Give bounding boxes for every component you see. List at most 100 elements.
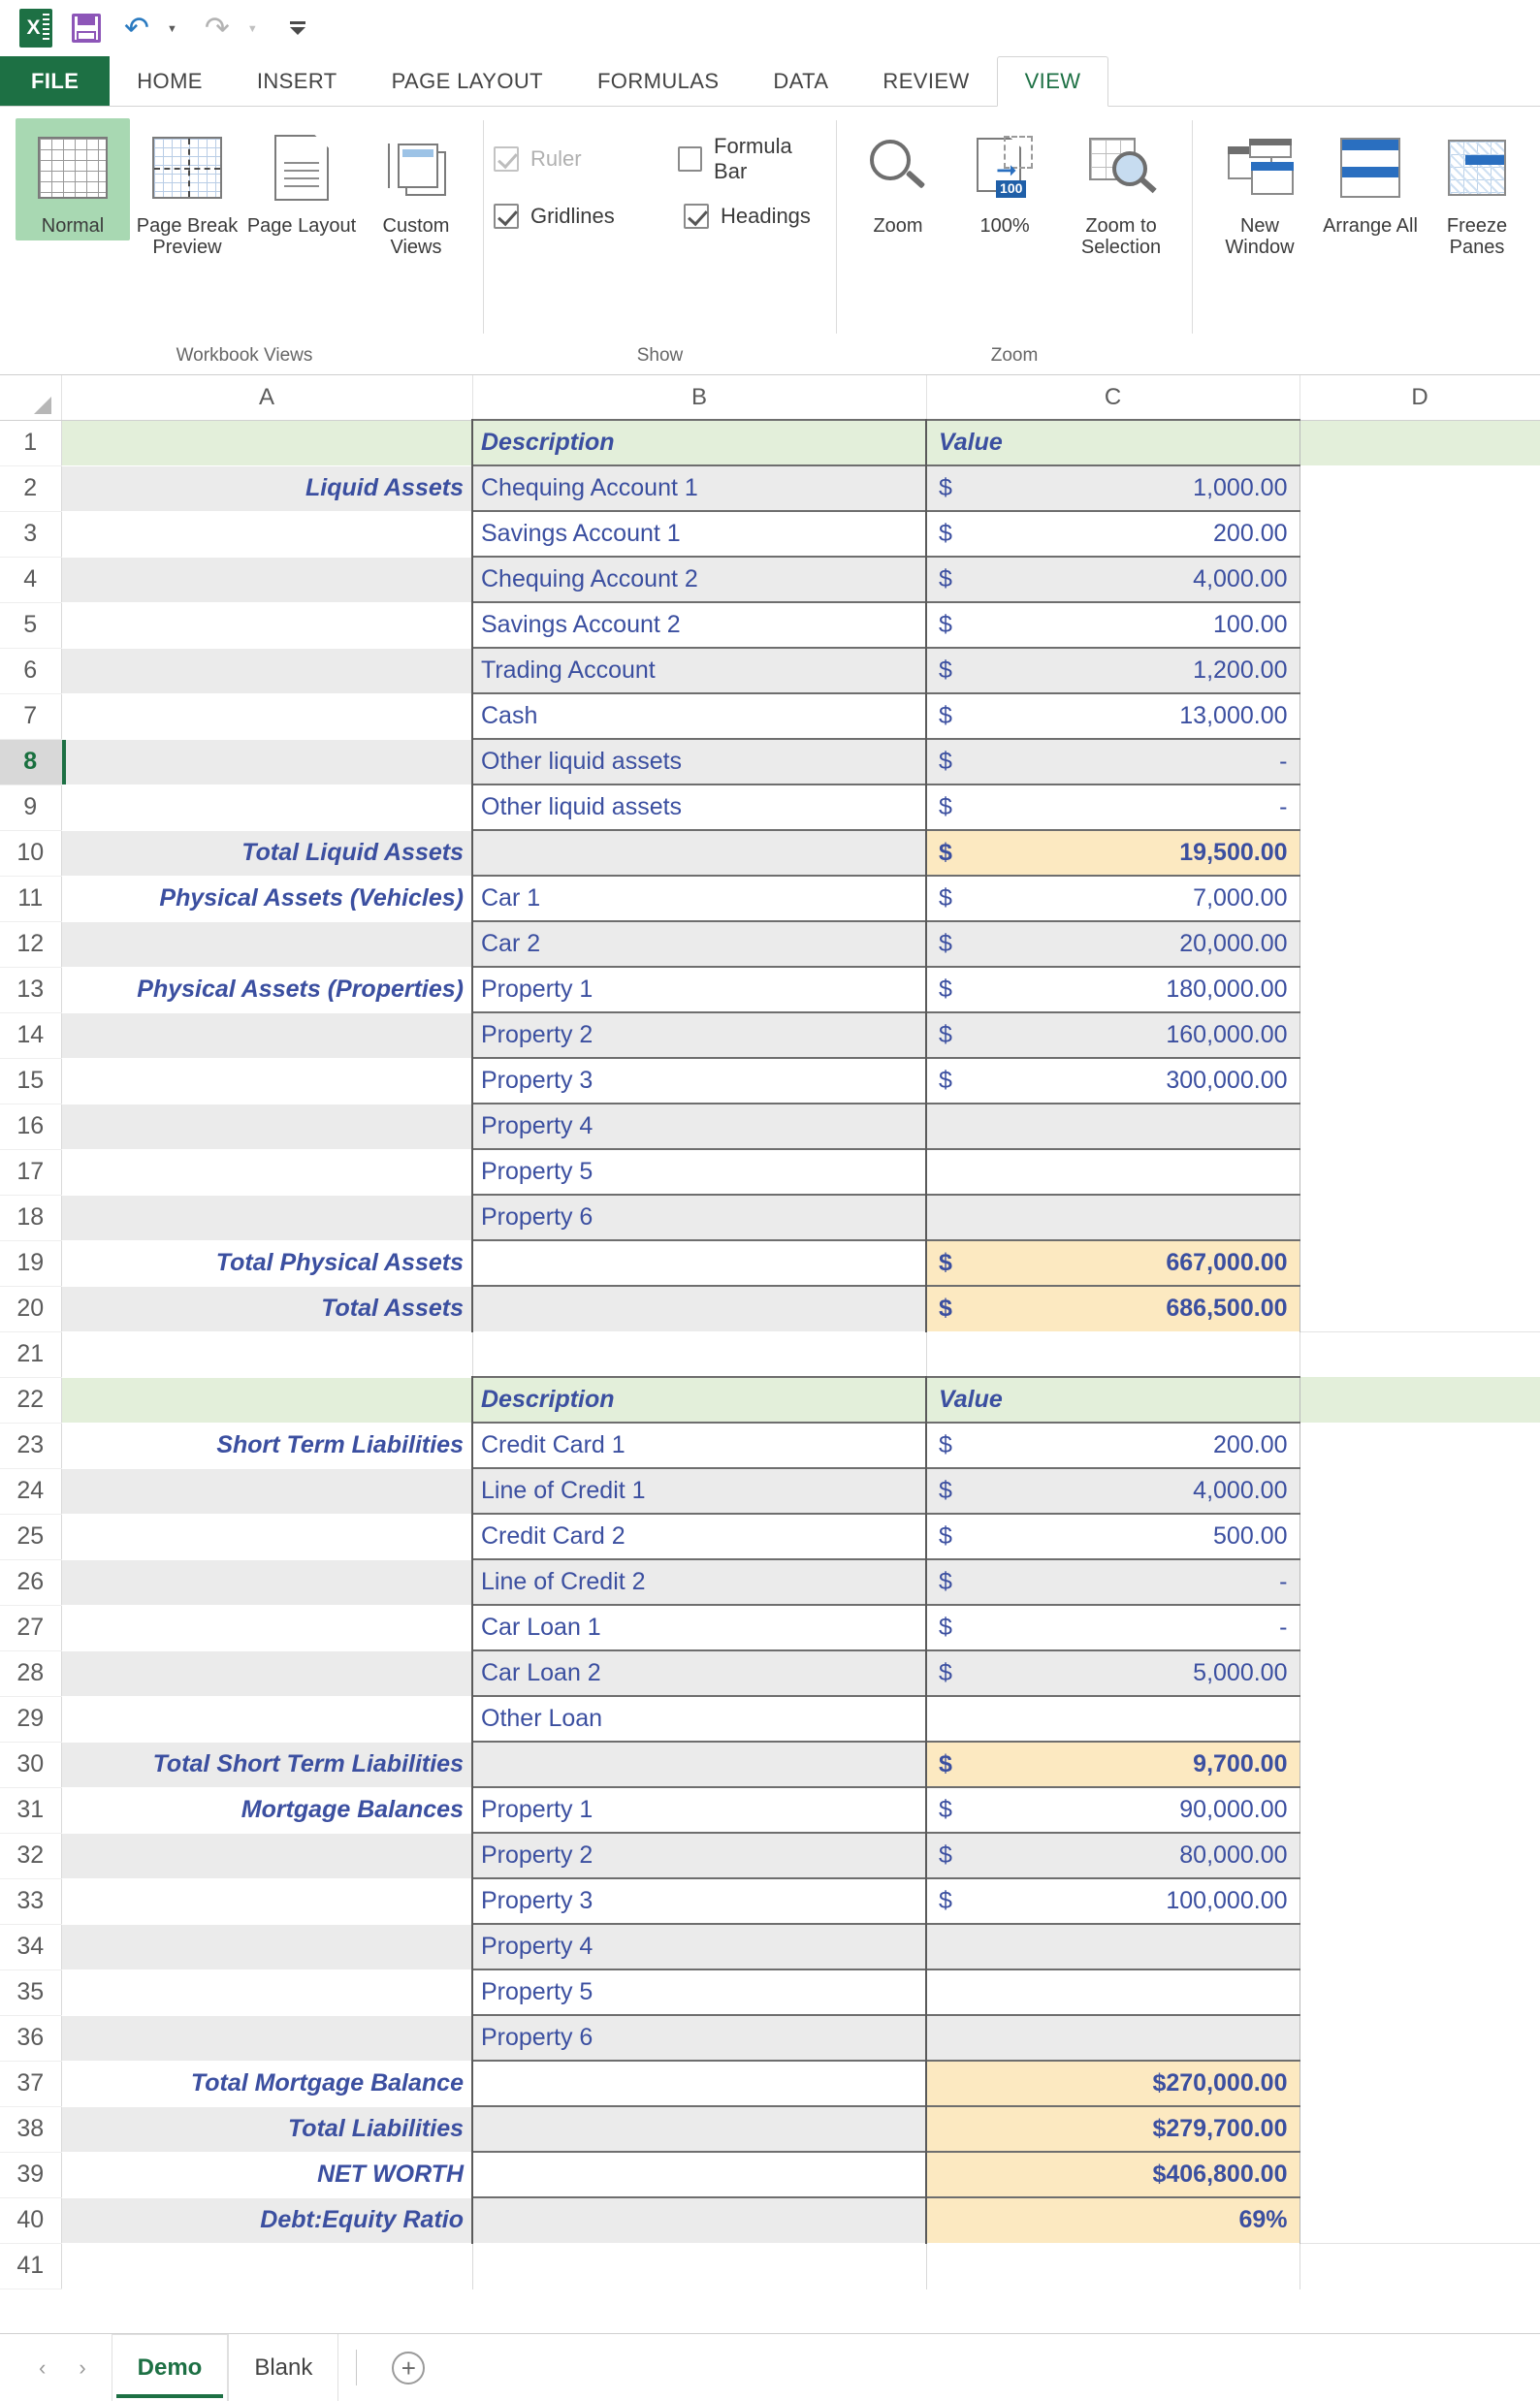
row-header[interactable]: 25 bbox=[0, 1514, 62, 1560]
table-row[interactable]: 26 Line of Credit 2 $ - bbox=[0, 1558, 1540, 1606]
cell-a14[interactable] bbox=[61, 1011, 473, 1058]
cell-c41[interactable] bbox=[926, 2242, 1300, 2289]
row-header[interactable]: 28 bbox=[0, 1650, 62, 1697]
cell-a13[interactable]: Physical Assets (Properties) bbox=[61, 966, 473, 1012]
cell-c9[interactable]: $ - bbox=[926, 784, 1300, 830]
cell-d36[interactable] bbox=[1299, 2015, 1540, 2061]
cell-c17[interactable] bbox=[926, 1148, 1300, 1195]
cell-a29[interactable] bbox=[61, 1695, 473, 1742]
cell-c34[interactable] bbox=[926, 1923, 1300, 1969]
cell-a8[interactable] bbox=[61, 738, 473, 784]
cell-b5[interactable]: Savings Account 2 bbox=[472, 601, 927, 648]
cell-a35[interactable] bbox=[61, 1969, 473, 2015]
cell-a39[interactable]: NET WORTH bbox=[61, 2151, 473, 2197]
cell-c24[interactable]: $4,000.00 bbox=[926, 1467, 1300, 1514]
cell-d11[interactable] bbox=[1299, 876, 1540, 921]
table-row[interactable]: 16 Property 4 bbox=[0, 1103, 1540, 1150]
freeze-panes-button[interactable]: Freeze Panes bbox=[1424, 118, 1530, 263]
cell-d40[interactable] bbox=[1299, 2197, 1540, 2243]
cell-b3[interactable]: Savings Account 1 bbox=[472, 510, 927, 557]
cell-d26[interactable] bbox=[1299, 1559, 1540, 1605]
table-row[interactable]: 25 Credit Card 2 $500.00 bbox=[0, 1513, 1540, 1560]
cell-a1[interactable] bbox=[61, 419, 473, 465]
cell-a21[interactable] bbox=[61, 1330, 473, 1377]
cell-b20[interactable] bbox=[472, 1285, 927, 1331]
cell-d8[interactable] bbox=[1299, 739, 1540, 784]
tab-review[interactable]: REVIEW bbox=[855, 56, 996, 107]
cell-a27[interactable] bbox=[61, 1604, 473, 1650]
row-header[interactable]: 20 bbox=[0, 1286, 62, 1332]
cell-b15[interactable]: Property 3 bbox=[472, 1057, 927, 1104]
cell-d25[interactable] bbox=[1299, 1514, 1540, 1559]
table-row[interactable]: 15 Property 3 $300,000.00 bbox=[0, 1057, 1540, 1104]
cell-c7[interactable]: $13,000.00 bbox=[926, 692, 1300, 739]
row-header[interactable]: 10 bbox=[0, 830, 62, 877]
cell-a19[interactable]: Total Physical Assets bbox=[61, 1239, 473, 1286]
row-header[interactable]: 26 bbox=[0, 1559, 62, 1606]
cell-d18[interactable] bbox=[1299, 1195, 1540, 1240]
cell-c26[interactable]: $ - bbox=[926, 1558, 1300, 1605]
cell-b16[interactable]: Property 4 bbox=[472, 1103, 927, 1149]
row-header[interactable]: 33 bbox=[0, 1878, 62, 1925]
cell-c2[interactable]: $1,000.00 bbox=[926, 464, 1300, 511]
tab-page-layout[interactable]: PAGE LAYOUT bbox=[365, 56, 570, 107]
zoom-100-button[interactable]: ➞ 100 100% bbox=[953, 118, 1056, 240]
cell-a38[interactable]: Total Liabilities bbox=[61, 2105, 473, 2152]
table-row[interactable]: 18 Property 6 bbox=[0, 1194, 1540, 1241]
cell-b34[interactable]: Property 4 bbox=[472, 1923, 927, 1969]
customize-quick-access-toolbar-icon[interactable] bbox=[275, 6, 320, 50]
row-header[interactable]: 30 bbox=[0, 1742, 62, 1788]
row-header[interactable]: 36 bbox=[0, 2015, 62, 2062]
table-row[interactable]: 27 Car Loan 1 $ - bbox=[0, 1604, 1540, 1651]
sheet-tab-demo[interactable]: Demo bbox=[111, 2334, 229, 2401]
table-row[interactable]: 4 Chequing Account 2 $4,000.00 bbox=[0, 556, 1540, 603]
table-row[interactable]: 5 Savings Account 2 $100.00 bbox=[0, 601, 1540, 649]
tab-view[interactable]: VIEW bbox=[996, 56, 1109, 107]
undo-dropdown-icon[interactable]: ▼ bbox=[165, 19, 177, 37]
table-row[interactable]: 17 Property 5 bbox=[0, 1148, 1540, 1196]
cell-b7[interactable]: Cash bbox=[472, 692, 927, 739]
cell-d29[interactable] bbox=[1299, 1696, 1540, 1742]
row-header[interactable]: 24 bbox=[0, 1468, 62, 1515]
cell-d37[interactable] bbox=[1299, 2061, 1540, 2106]
tab-file[interactable]: FILE bbox=[0, 56, 111, 107]
cell-a17[interactable] bbox=[61, 1148, 473, 1195]
cell-a28[interactable] bbox=[61, 1649, 473, 1696]
row-header[interactable]: 9 bbox=[0, 784, 62, 831]
cell-b11[interactable]: Car 1 bbox=[472, 875, 927, 921]
row-header[interactable]: 27 bbox=[0, 1605, 62, 1651]
cell-d32[interactable] bbox=[1299, 1833, 1540, 1878]
row-header[interactable]: 29 bbox=[0, 1696, 62, 1743]
cell-b21[interactable] bbox=[472, 1330, 927, 1377]
row-header[interactable]: 3 bbox=[0, 511, 62, 558]
cell-d19[interactable] bbox=[1299, 1240, 1540, 1286]
zoom-button[interactable]: Zoom bbox=[847, 118, 949, 240]
cell-b38[interactable] bbox=[472, 2105, 927, 2152]
tab-insert[interactable]: INSERT bbox=[230, 56, 365, 107]
cell-b40[interactable] bbox=[472, 2196, 927, 2243]
cell-b29[interactable]: Other Loan bbox=[472, 1695, 927, 1742]
table-row[interactable]: 1 Description Value bbox=[0, 419, 1540, 466]
cell-a32[interactable] bbox=[61, 1832, 473, 1878]
row-header[interactable]: 41 bbox=[0, 2243, 62, 2289]
table-row[interactable]: 2 Liquid Assets Chequing Account 1 $1,000.0… bbox=[0, 464, 1540, 512]
cell-c36[interactable] bbox=[926, 2014, 1300, 2061]
table-row[interactable]: 11 Physical Assets (Vehicles) Car 1 $7,000.… bbox=[0, 875, 1540, 922]
table-row[interactable]: 8 Other liquid assets $ - bbox=[0, 738, 1540, 785]
row-header[interactable]: 23 bbox=[0, 1423, 62, 1469]
cell-d28[interactable] bbox=[1299, 1650, 1540, 1696]
cell-a11[interactable]: Physical Assets (Vehicles) bbox=[61, 875, 473, 921]
cell-a15[interactable] bbox=[61, 1057, 473, 1104]
cell-d10[interactable] bbox=[1299, 830, 1540, 876]
cell-d21[interactable] bbox=[1299, 1330, 1540, 1377]
table-row[interactable]: 31 Mortgage Balances Property 1 $90,000.00 bbox=[0, 1786, 1540, 1834]
select-all-corner[interactable] bbox=[0, 375, 62, 421]
cell-d39[interactable] bbox=[1299, 2152, 1540, 2197]
cell-b17[interactable]: Property 5 bbox=[472, 1148, 927, 1195]
cell-b35[interactable]: Property 5 bbox=[472, 1969, 927, 2015]
table-row[interactable]: 13 Physical Assets (Properties) Property 1… bbox=[0, 966, 1540, 1013]
cell-d9[interactable] bbox=[1299, 784, 1540, 830]
tab-formulas[interactable]: FORMULAS bbox=[570, 56, 746, 107]
cell-a20[interactable]: Total Assets bbox=[61, 1285, 473, 1331]
cell-d13[interactable] bbox=[1299, 967, 1540, 1012]
